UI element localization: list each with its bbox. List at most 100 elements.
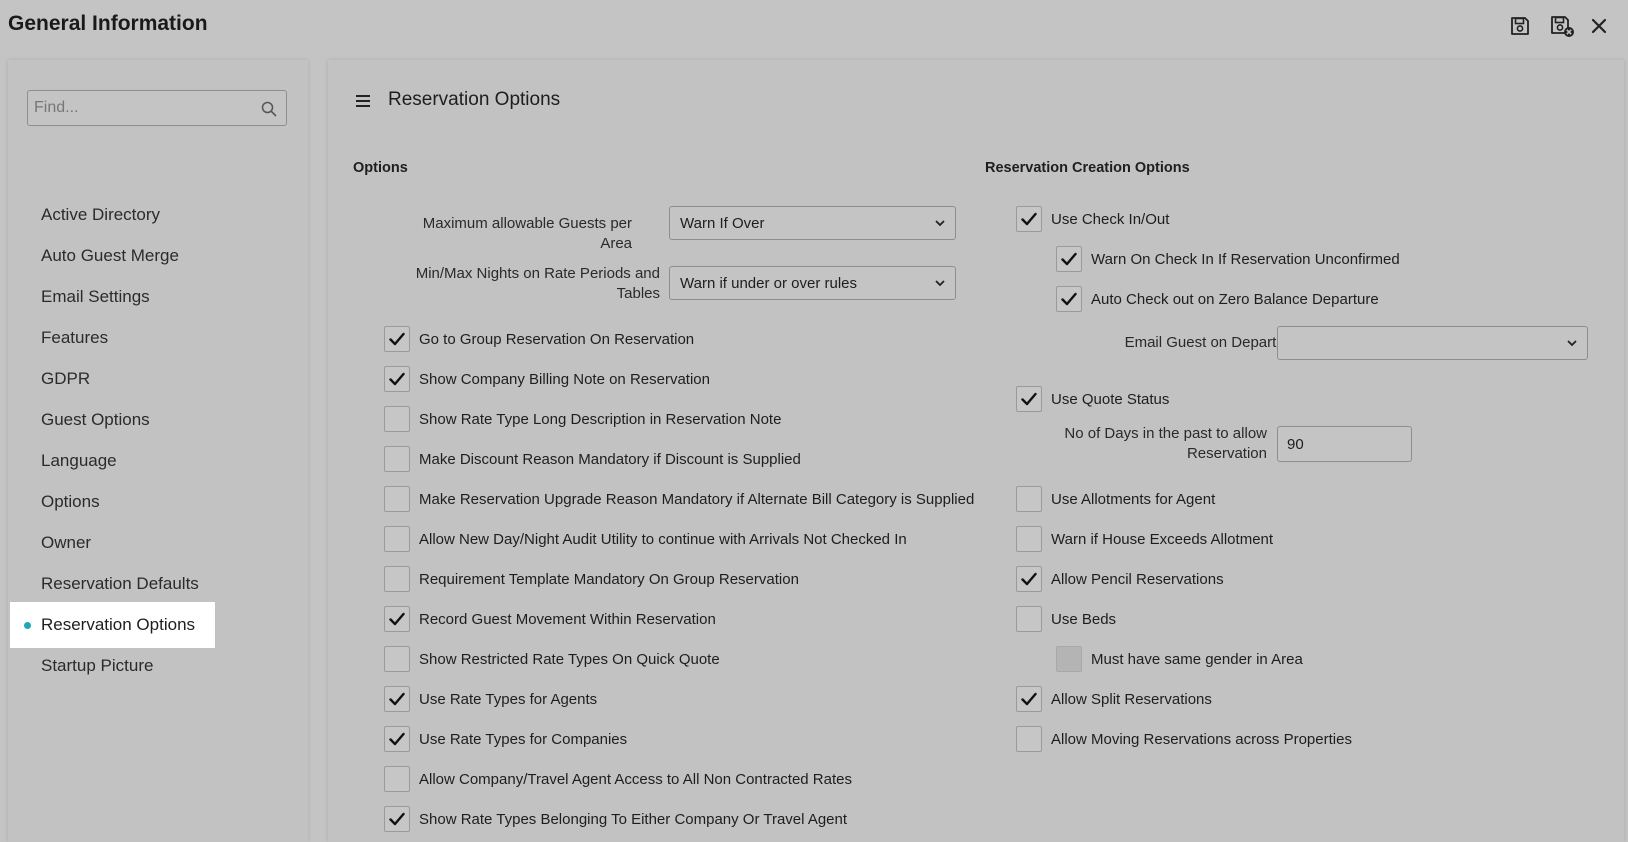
checkbox-label: Use Rate Types for Companies bbox=[419, 730, 628, 748]
checkbox-label: Use Beds bbox=[1051, 610, 1117, 628]
option-checkbox[interactable]: Allow Company/Travel Agent Access to All… bbox=[384, 766, 852, 792]
sidebar-item-reservation-options[interactable]: Reservation Options bbox=[10, 602, 216, 648]
checkbox-label: Show Restricted Rate Types On Quick Quot… bbox=[419, 650, 720, 668]
use-quote-status-checkbox[interactable]: Use Quote Status bbox=[1016, 386, 1169, 412]
save-and-close-button[interactable] bbox=[1549, 13, 1575, 39]
checkbox-box bbox=[384, 406, 410, 432]
use-beds-checkbox[interactable]: Use Beds bbox=[1016, 606, 1116, 632]
checkbox-label: Show Rate Type Long Description in Reser… bbox=[419, 410, 782, 428]
days-past-input[interactable]: 90 bbox=[1277, 426, 1412, 462]
search-icon[interactable] bbox=[260, 100, 278, 118]
allow-pencil-checkbox[interactable]: Allow Pencil Reservations bbox=[1016, 566, 1224, 592]
checkbox-box bbox=[384, 486, 410, 512]
save-button[interactable] bbox=[1507, 13, 1533, 39]
checkbox-label: Record Guest Movement Within Reservation bbox=[419, 610, 716, 628]
min-max-nights-select[interactable]: Warn if under or over rules bbox=[669, 266, 956, 300]
checkmark-icon bbox=[1021, 572, 1037, 586]
min-max-nights-label-line2: Tables bbox=[616, 285, 660, 302]
sidebar-item-email-settings[interactable]: Email Settings bbox=[10, 274, 170, 320]
sidebar-search bbox=[27, 90, 287, 126]
option-checkbox[interactable]: Show Rate Type Long Description in Reser… bbox=[384, 406, 781, 432]
sidebar: Active Directory Auto Guest Merge Email … bbox=[8, 60, 308, 842]
email-guest-select[interactable] bbox=[1277, 326, 1588, 360]
hamburger-menu-icon[interactable] bbox=[354, 92, 372, 110]
sidebar-item-features[interactable]: Features bbox=[10, 315, 128, 361]
panel-title: Reservation Options bbox=[388, 89, 561, 110]
sidebar-item-label: Reservation Options bbox=[41, 615, 196, 634]
warn-house-exceeds-checkbox[interactable]: Warn if House Exceeds Allotment bbox=[1016, 526, 1273, 552]
search-input[interactable] bbox=[28, 91, 253, 125]
checkbox-box bbox=[1016, 526, 1042, 552]
checkbox-box bbox=[384, 646, 410, 672]
creation-options-heading: Reservation Creation Options bbox=[985, 160, 1190, 176]
checkbox-box bbox=[384, 686, 410, 712]
checkbox-label: Use Allotments for Agent bbox=[1051, 490, 1216, 508]
use-allotments-checkbox[interactable]: Use Allotments for Agent bbox=[1016, 486, 1215, 512]
checkbox-box bbox=[384, 806, 410, 832]
checkmark-icon bbox=[1021, 392, 1037, 406]
use-check-in-out-checkbox[interactable]: Use Check In/Out bbox=[1016, 206, 1169, 232]
checkbox-label: Use Rate Types for Agents bbox=[419, 690, 598, 708]
allow-split-checkbox[interactable]: Allow Split Reservations bbox=[1016, 686, 1212, 712]
chevron-down-icon bbox=[935, 280, 945, 287]
title-bar: General Information bbox=[0, 0, 1628, 52]
sidebar-item-reservation-defaults[interactable]: Reservation Defaults bbox=[10, 561, 219, 607]
checkmark-icon bbox=[389, 612, 405, 626]
checkbox-box bbox=[1016, 486, 1042, 512]
warn-unconfirmed-checkbox[interactable]: Warn On Check In If Reservation Unconfir… bbox=[1056, 246, 1400, 272]
sidebar-item-label: Features bbox=[41, 328, 109, 347]
days-past-value: 90 bbox=[1287, 435, 1304, 453]
min-max-nights-label-line1: Min/Max Nights on Rate Periods and bbox=[415, 265, 660, 282]
email-guest-label: Email Guest on Departure bbox=[1124, 334, 1298, 351]
sidebar-item-gdpr[interactable]: GDPR bbox=[10, 356, 110, 402]
sidebar-item-label: Guest Options bbox=[41, 410, 150, 429]
close-button[interactable] bbox=[1586, 13, 1612, 39]
sidebar-item-options[interactable]: Options bbox=[10, 479, 120, 525]
same-gender-checkbox[interactable]: Must have same gender in Area bbox=[1056, 646, 1303, 672]
allow-moving-checkbox[interactable]: Allow Moving Reservations across Propert… bbox=[1016, 726, 1352, 752]
chevron-down-icon bbox=[935, 220, 945, 227]
checkbox-box bbox=[1016, 726, 1042, 752]
sidebar-item-auto-guest-merge[interactable]: Auto Guest Merge bbox=[10, 233, 199, 279]
sidebar-item-startup-picture[interactable]: Startup Picture bbox=[10, 643, 173, 689]
days-past-label: No of Days in the past to allow Reservat… bbox=[1028, 424, 1267, 464]
sidebar-item-language[interactable]: Language bbox=[10, 438, 137, 484]
checkbox-label: Must have same gender in Area bbox=[1091, 650, 1303, 668]
options-heading: Options bbox=[353, 160, 408, 176]
option-checkbox[interactable]: Show Rate Types Belonging To Either Comp… bbox=[384, 806, 847, 832]
active-indicator-dot bbox=[24, 622, 31, 629]
option-checkbox[interactable]: Use Rate Types for Agents bbox=[384, 686, 597, 712]
auto-check-out-checkbox[interactable]: Auto Check out on Zero Balance Departure bbox=[1056, 286, 1379, 312]
checkbox-label: Allow New Day/Night Audit Utility to con… bbox=[419, 530, 907, 548]
option-checkbox[interactable]: Make Discount Reason Mandatory if Discou… bbox=[384, 446, 801, 472]
max-guests-select[interactable]: Warn If Over bbox=[669, 206, 956, 240]
option-checkbox[interactable]: Show Restricted Rate Types On Quick Quot… bbox=[384, 646, 720, 672]
sidebar-item-label: Language bbox=[41, 451, 117, 470]
checkbox-box bbox=[384, 446, 410, 472]
sidebar-item-owner[interactable]: Owner bbox=[10, 520, 111, 566]
checkmark-icon bbox=[389, 332, 405, 346]
option-checkbox[interactable]: Show Company Billing Note on Reservation bbox=[384, 366, 710, 392]
checkbox-label: Go to Group Reservation On Reservation bbox=[419, 330, 695, 348]
option-checkbox[interactable]: Requirement Template Mandatory On Group … bbox=[384, 566, 799, 592]
option-checkbox[interactable]: Make Reservation Upgrade Reason Mandator… bbox=[384, 486, 974, 512]
sidebar-item-label: Reservation Defaults bbox=[41, 574, 199, 593]
checkbox-box bbox=[384, 606, 410, 632]
sidebar-item-active-directory[interactable]: Active Directory bbox=[10, 192, 180, 238]
option-checkbox[interactable]: Use Rate Types for Companies bbox=[384, 726, 627, 752]
max-guests-value: Warn If Over bbox=[680, 214, 765, 232]
checkbox-box bbox=[1056, 646, 1082, 672]
checkbox-label: Use Quote Status bbox=[1051, 390, 1170, 408]
sidebar-item-label: Active Directory bbox=[41, 205, 161, 224]
checkbox-box bbox=[1056, 246, 1082, 272]
checkbox-label: Show Company Billing Note on Reservation bbox=[419, 370, 710, 388]
option-checkbox[interactable]: Allow New Day/Night Audit Utility to con… bbox=[384, 526, 907, 552]
checkmark-icon bbox=[1021, 692, 1037, 706]
option-checkbox[interactable]: Go to Group Reservation On Reservation bbox=[384, 326, 694, 352]
sidebar-item-guest-options[interactable]: Guest Options bbox=[10, 397, 170, 443]
checkbox-label: Auto Check out on Zero Balance Departure bbox=[1091, 290, 1379, 308]
option-checkbox[interactable]: Record Guest Movement Within Reservation bbox=[384, 606, 716, 632]
checkbox-label: Use Check In/Out bbox=[1051, 210, 1170, 228]
checkbox-label: Show Rate Types Belonging To Either Comp… bbox=[419, 810, 848, 828]
checkmark-icon bbox=[1061, 292, 1077, 306]
